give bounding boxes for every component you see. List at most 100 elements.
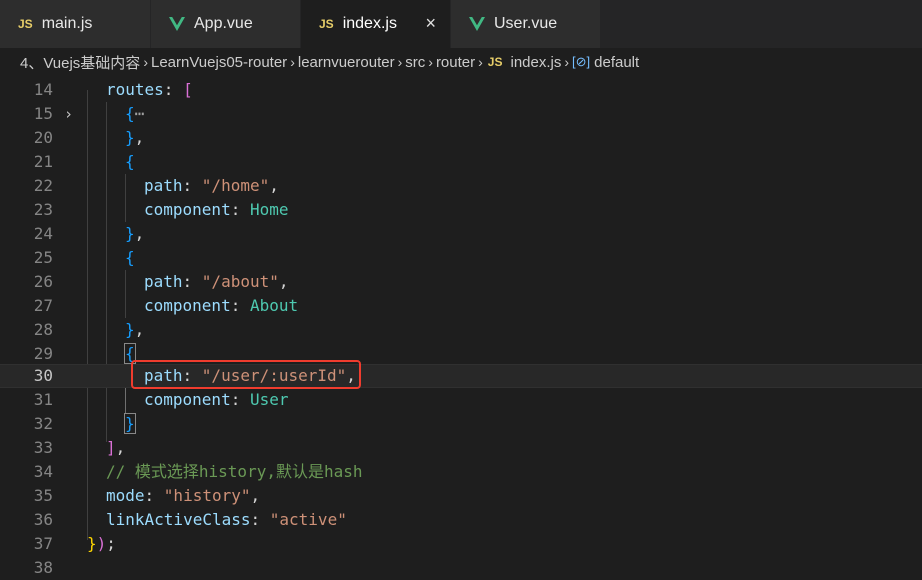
code-token: ] [106, 438, 116, 457]
line-number: 22 [33, 176, 53, 195]
code-line: 38 [0, 556, 922, 580]
tab-label: index.js [342, 15, 397, 32]
line-number: 15 [33, 104, 53, 123]
code-token: component [144, 200, 231, 219]
folded-ellipsis[interactable]: ⋯ [135, 104, 145, 123]
code-token: : [230, 296, 250, 315]
code-line: 31 component: User [0, 388, 922, 412]
tab-label: User.vue [494, 15, 558, 32]
code-line: 27 component: About [0, 294, 922, 318]
line-number: 34 [33, 462, 53, 481]
code-token: , [115, 438, 126, 457]
code-token: : [250, 510, 270, 529]
breadcrumb-file[interactable]: index.js [510, 54, 561, 71]
tab-main-js[interactable]: JS main.js [0, 0, 151, 48]
code-line: 32 } [0, 412, 922, 436]
annotation-highlight-box [131, 360, 361, 389]
code-token: linkActiveClass [106, 510, 251, 529]
code-line: 36 linkActiveClass: "active" [0, 508, 922, 532]
vue-file-icon [469, 17, 485, 31]
breadcrumb-item[interactable]: src [405, 54, 425, 71]
code-token: , [134, 320, 145, 339]
line-number: 32 [33, 414, 53, 433]
code-line: 28 }, [0, 318, 922, 342]
line-number: 28 [33, 320, 53, 339]
tab-app-vue[interactable]: App.vue [151, 0, 301, 48]
code-line: 26 path: "/about", [0, 270, 922, 294]
line-number: 23 [33, 200, 53, 219]
code-token: : [144, 486, 164, 505]
code-line: 22 path: "/home", [0, 174, 922, 198]
code-token: ) [96, 534, 107, 553]
code-token: About [249, 296, 299, 315]
line-number: 36 [33, 510, 53, 529]
code-token: component [144, 390, 231, 409]
line-number: 33 [33, 438, 53, 457]
code-line: 15 › {⋯ [0, 102, 922, 126]
code-token: } [124, 413, 136, 434]
code-token: } [87, 534, 97, 553]
code-line: 20 }, [0, 126, 922, 150]
breadcrumb-symbol[interactable]: default [594, 54, 639, 71]
code-token: , [278, 272, 289, 291]
breadcrumb-item[interactable]: router [436, 54, 475, 71]
tab-label: main.js [41, 15, 93, 32]
breadcrumb-item[interactable]: 4、Vuejs基础内容 [20, 52, 140, 73]
line-number: 35 [33, 486, 53, 505]
code-token: : [182, 272, 202, 291]
code-token: } [125, 224, 135, 243]
line-number: 20 [33, 128, 53, 147]
code-token: routes [106, 80, 164, 99]
code-token: : [230, 390, 250, 409]
code-line: 21 { [0, 150, 922, 174]
line-number: 24 [33, 224, 53, 243]
code-token: } [125, 128, 135, 147]
chevron-right-icon: › [478, 54, 483, 70]
line-number: 38 [33, 558, 53, 577]
code-token: component [144, 296, 231, 315]
chevron-right-icon: › [290, 54, 295, 70]
vue-file-icon [169, 17, 185, 31]
code-line: 24 }, [0, 222, 922, 246]
code-token: : [163, 80, 184, 99]
code-line: 37 }); [0, 532, 922, 556]
code-token: : [182, 176, 202, 195]
code-token: , [269, 176, 279, 195]
code-token: path [144, 272, 183, 291]
chevron-right-icon: › [397, 54, 403, 70]
code-token: "history" [163, 486, 251, 505]
code-token: [ [183, 80, 193, 99]
code-line: 34 // 模式选择history,默认是hash [0, 460, 922, 484]
editor-tab-bar: JS main.js App.vue JS index.js × User.vu… [0, 0, 922, 48]
breadcrumb-item[interactable]: learnvuerouter [298, 54, 395, 71]
code-token: ; [106, 534, 116, 553]
chevron-right-icon: › [428, 54, 433, 70]
fold-chevron-icon[interactable]: › [64, 102, 73, 126]
code-token: : [230, 200, 250, 219]
code-token: Home [249, 200, 289, 219]
code-token: "active" [269, 510, 347, 529]
code-token: , [134, 128, 145, 147]
code-comment: // 模式选择history,默认是hash [106, 462, 363, 481]
code-token: , [134, 224, 145, 243]
breadcrumb-item[interactable]: LearnVuejs05-router [151, 54, 287, 71]
code-line: 25 { [0, 246, 922, 270]
symbol-variable-icon: [⊘] [572, 54, 591, 69]
code-token: , [250, 486, 261, 505]
js-file-icon: JS [487, 55, 503, 69]
chevron-right-icon: › [564, 54, 570, 70]
close-icon[interactable]: × [425, 13, 436, 33]
code-line: 33 ], [0, 436, 922, 460]
line-number: 29 [33, 344, 53, 363]
code-editor[interactable]: 14 routes: [ 15 › {⋯ 20 }, 21 { 22 path:… [0, 78, 922, 577]
chevron-right-icon: › [143, 54, 148, 70]
breadcrumb: 4、Vuejs基础内容 › LearnVuejs05-router › lear… [0, 48, 922, 76]
line-number: 31 [33, 390, 53, 409]
tab-index-js[interactable]: JS index.js × [301, 0, 451, 48]
code-line: 23 component: Home [0, 198, 922, 222]
code-token: { [125, 104, 135, 123]
code-token: path [144, 176, 183, 195]
line-number: 27 [33, 296, 53, 315]
tab-user-vue[interactable]: User.vue [451, 0, 601, 48]
line-number: 14 [33, 80, 53, 99]
